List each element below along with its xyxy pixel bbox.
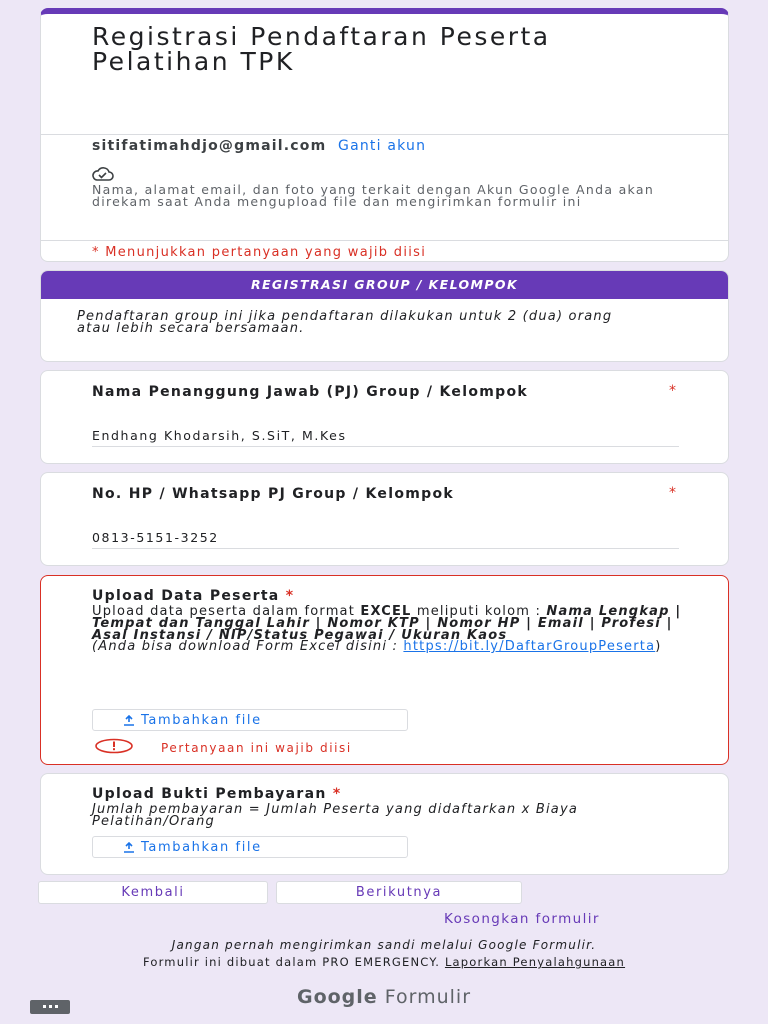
desc-close: ) — [655, 639, 662, 655]
question-title: No. HP / Whatsapp PJ Group / Kelompok — [92, 486, 454, 502]
question-title-text: Upload Data Peserta — [92, 588, 280, 604]
account-row: sitifatimahdjo@gmail.com Ganti akun — [92, 138, 426, 154]
next-button[interactable]: Berikutnya — [276, 881, 522, 904]
form-header-card: Registrasi Pendaftaran Peserta Pelatihan… — [40, 8, 729, 262]
header-divider-2 — [41, 240, 728, 241]
header-divider — [41, 134, 728, 135]
question-title: Upload Data Peserta * — [92, 589, 652, 603]
feedback-icon[interactable] — [30, 1000, 70, 1014]
required-asterisk: * — [669, 485, 676, 501]
question-upload-payment: Upload Bukti Pembayaran * Jumlah pembaya… — [40, 773, 729, 875]
add-file-button[interactable]: Tambahkan file — [92, 836, 408, 858]
upload-icon — [123, 841, 135, 857]
desc-download: (Anda bisa download Form Excel disini : — [92, 639, 404, 655]
clear-form-link[interactable]: Kosongkan formulir — [444, 911, 600, 927]
required-note: * Menunjukkan pertanyaan yang wajib diis… — [92, 245, 427, 260]
add-file-label: Tambahkan file — [141, 839, 262, 855]
report-abuse-link[interactable]: Laporkan Penyalahgunaan — [445, 955, 625, 969]
error-icon — [95, 738, 133, 758]
footer-made-by: Formulir ini dibuat dalam PRO EMERGENCY.… — [0, 955, 768, 969]
question-title: Upload Bukti Pembayaran * — [92, 787, 652, 801]
form-title: Registrasi Pendaftaran Peserta Pelatihan… — [92, 22, 551, 76]
pj-name-input[interactable] — [92, 425, 679, 447]
required-asterisk: * — [285, 588, 295, 604]
upload-icon — [123, 714, 135, 730]
question-description: Upload data peserta dalam format EXCEL m… — [92, 605, 692, 655]
logo-google: Google — [296, 986, 378, 1008]
error-message: Pertanyaan ini wajib diisi — [161, 741, 352, 755]
switch-account-link[interactable]: Ganti akun — [338, 138, 426, 154]
back-button[interactable]: Kembali — [38, 881, 268, 904]
section-title: REGISTRASI GROUP / KELOMPOK — [41, 271, 728, 299]
required-asterisk: * — [669, 383, 676, 399]
google-forms-logo[interactable]: Google Formulir — [0, 986, 768, 1008]
footer-warning: Jangan pernah mengirimkan sandi melalui … — [171, 938, 597, 952]
question-pj-name: Nama Penanggung Jawab (PJ) Group / Kelom… — [40, 370, 729, 464]
question-pj-phone: No. HP / Whatsapp PJ Group / Kelompok * — [40, 472, 729, 566]
add-file-label: Tambahkan file — [141, 712, 262, 728]
add-file-button[interactable]: Tambahkan file — [92, 709, 408, 731]
section-card: REGISTRASI GROUP / KELOMPOK Pendaftaran … — [40, 270, 729, 362]
question-upload-data: Upload Data Peserta * Upload data pesert… — [40, 575, 729, 765]
required-asterisk: * — [332, 786, 342, 802]
section-description: Pendaftaran group ini jika pendaftaran d… — [77, 309, 613, 336]
download-link[interactable]: https://bit.ly/DaftarGroupPeserta — [403, 639, 655, 654]
made-by-text: Formulir ini dibuat dalam PRO EMERGENCY. — [142, 955, 445, 969]
question-title: Nama Penanggung Jawab (PJ) Group / Kelom… — [92, 384, 528, 400]
question-title-text: Upload Bukti Pembayaran — [92, 786, 327, 802]
privacy-note: Nama, alamat email, dan foto yang terkai… — [92, 182, 655, 209]
question-description: Jumlah pembayaran = Jumlah Peserta yang … — [92, 802, 579, 829]
pj-phone-input[interactable] — [92, 527, 679, 549]
logo-forms: Formulir — [377, 986, 471, 1008]
error-row: Pertanyaan ini wajib diisi — [95, 738, 352, 758]
account-email: sitifatimahdjo@gmail.com — [92, 138, 327, 154]
